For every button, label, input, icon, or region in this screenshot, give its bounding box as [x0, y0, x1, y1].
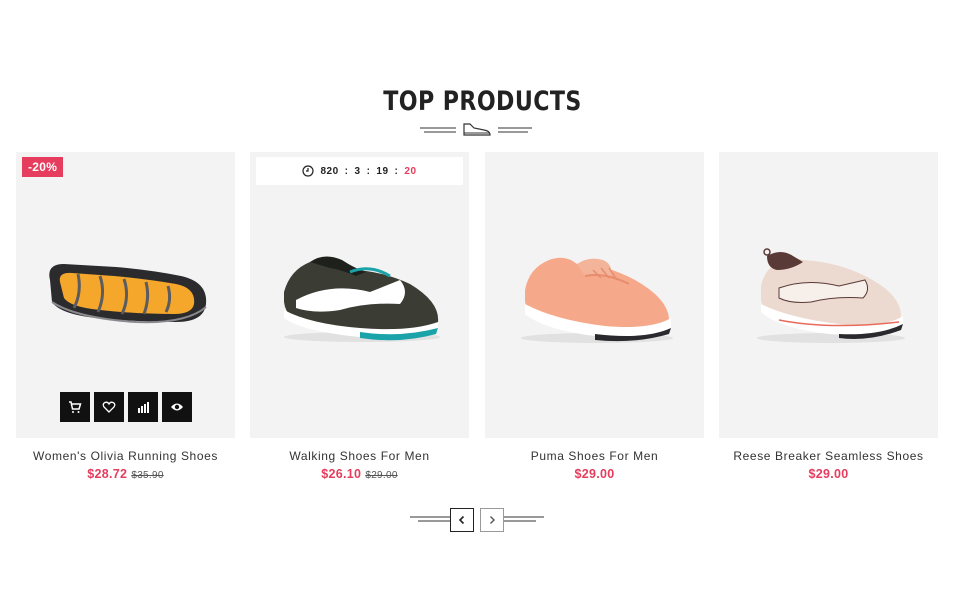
- product-card[interactable]: [485, 152, 704, 438]
- quick-view-button[interactable]: [162, 392, 192, 422]
- add-to-cart-button[interactable]: [60, 392, 90, 422]
- wishlist-button[interactable]: [94, 392, 124, 422]
- chevron-left-icon: [458, 515, 465, 525]
- product-old-price: $29.00: [365, 470, 398, 481]
- product-name[interactable]: Walking Shoes For Men: [250, 449, 469, 463]
- product-card[interactable]: 820 : 3 : 19 : 20: [250, 152, 469, 438]
- price-row: $29.00: [485, 467, 704, 481]
- section-title: TOP PRODUCTS: [383, 86, 582, 117]
- product-name[interactable]: Reese Breaker Seamless Shoes: [719, 449, 938, 463]
- chevron-right-icon: [490, 516, 495, 524]
- price-row: $29.00: [719, 467, 938, 481]
- carousel-prev-button[interactable]: [450, 508, 474, 532]
- product-name[interactable]: Women's Olivia Running Shoes: [16, 449, 235, 463]
- eye-icon: [171, 403, 183, 411]
- product-price: $29.00: [574, 467, 615, 481]
- product-image[interactable]: [250, 152, 469, 438]
- cart-icon: [69, 401, 82, 413]
- product-card[interactable]: [719, 152, 938, 438]
- compare-button[interactable]: [128, 392, 158, 422]
- product-old-price: $35.90: [131, 470, 164, 481]
- product-image[interactable]: [485, 152, 704, 438]
- price-row: $26.10 $29.00: [250, 467, 469, 481]
- price-row: $28.72 $35.90: [16, 467, 235, 481]
- compare-icon: [138, 402, 149, 413]
- product-image[interactable]: [719, 152, 938, 438]
- carousel-pager: [408, 506, 548, 534]
- product-actions: [60, 392, 192, 422]
- heart-icon: [102, 401, 116, 413]
- pager-lines: [410, 516, 544, 522]
- product-name[interactable]: Puma Shoes For Men: [485, 449, 704, 463]
- carousel-next-button[interactable]: [480, 508, 504, 532]
- product-price: $28.72: [87, 467, 128, 481]
- product-card[interactable]: -20%: [16, 152, 235, 438]
- shoe-divider-icon: [420, 123, 532, 136]
- product-price: $26.10: [321, 467, 362, 481]
- product-price: $29.00: [808, 467, 849, 481]
